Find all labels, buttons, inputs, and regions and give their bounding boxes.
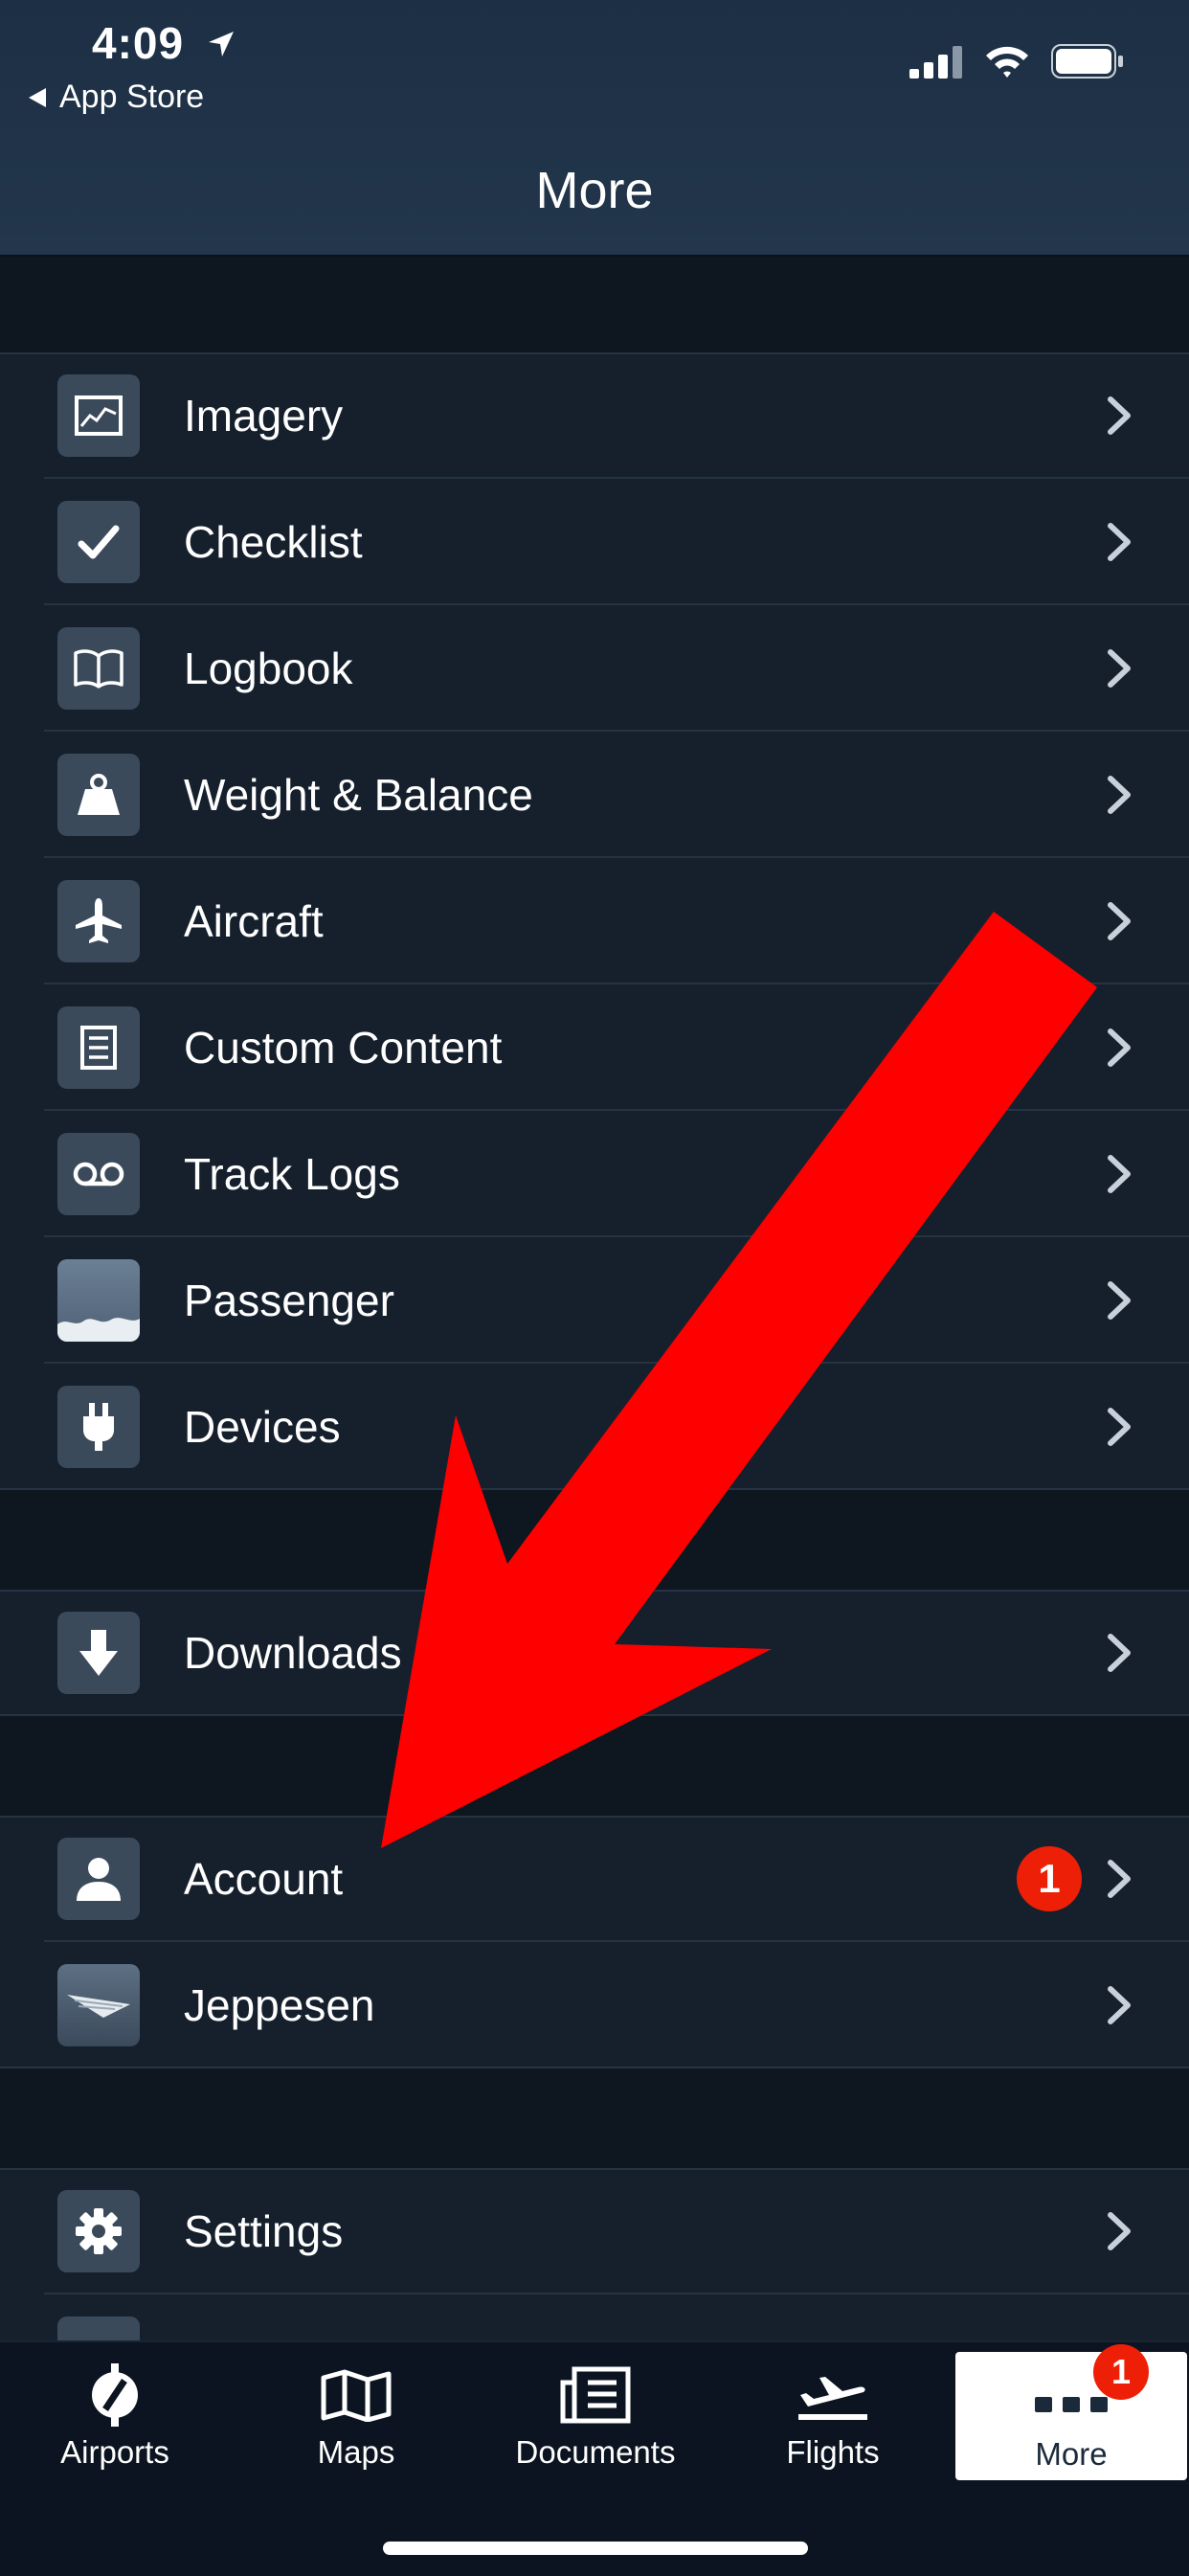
download-arrow-icon [57, 1612, 140, 1694]
menu-item-label: Logbook [184, 644, 353, 693]
chevron-right-icon [1108, 776, 1131, 814]
menu-item-custom-content[interactable]: Custom Content [0, 984, 1189, 1111]
more-menu-list: Imagery Checklist Logbook Weight & Balan… [0, 257, 1189, 2421]
documents-icon [481, 2360, 710, 2430]
menu-item-label: Account [184, 1854, 344, 1904]
status-time: 4:09 [92, 17, 236, 69]
tab-bar: Airports Maps Documents Flights 1 More [0, 2340, 1189, 2576]
tab-label: Documents [515, 2434, 676, 2470]
chevron-right-icon [1108, 902, 1131, 940]
chevron-right-icon [1108, 2212, 1131, 2250]
menu-item-logbook[interactable]: Logbook [0, 605, 1189, 732]
notification-badge: 1 [1017, 1846, 1082, 1911]
chevron-right-icon [1108, 1155, 1131, 1193]
menu-item-imagery[interactable]: Imagery [0, 352, 1189, 479]
tab-flights[interactable]: Flights [718, 2342, 948, 2470]
tab-airports[interactable]: Airports [0, 2342, 230, 2470]
tab-more[interactable]: 1 More [955, 2344, 1187, 2480]
section-spacer [0, 2068, 1189, 2168]
location-arrow-icon [207, 17, 236, 69]
chevron-right-icon [1108, 523, 1131, 561]
voicemail-icon [57, 1133, 140, 1215]
tab-label: Airports [60, 2434, 169, 2470]
tab-documents[interactable]: Documents [481, 2342, 710, 2470]
more-dots-icon [955, 2369, 1187, 2440]
menu-item-label: Track Logs [184, 1149, 400, 1199]
clock-text: 4:09 [92, 18, 185, 68]
section-spacer [0, 257, 1189, 352]
plug-icon [57, 1386, 140, 1468]
page-title: More [535, 162, 654, 219]
chevron-right-icon [1108, 649, 1131, 688]
battery-icon [1051, 44, 1124, 83]
home-indicator [383, 2542, 808, 2555]
chevron-right-icon [1108, 1860, 1131, 1898]
navigation-header: 4:09 App Store More [0, 0, 1189, 257]
person-icon [57, 1838, 140, 1920]
menu-item-label: Imagery [184, 391, 344, 441]
chevron-right-icon [1108, 1028, 1131, 1067]
chevron-right-icon [1108, 1281, 1131, 1320]
back-label: App Store [59, 79, 205, 115]
airplane-icon [57, 880, 140, 962]
back-triangle-icon [29, 87, 46, 107]
menu-item-label: Weight & Balance [184, 770, 533, 820]
book-icon [57, 627, 140, 710]
menu-item-label: Downloads [184, 1628, 402, 1678]
chevron-right-icon [1108, 1634, 1131, 1672]
checkmark-icon [57, 501, 140, 583]
menu-item-passenger[interactable]: Passenger [0, 1237, 1189, 1364]
menu-item-account[interactable]: Account 1 [0, 1816, 1189, 1942]
menu-item-label: Checklist [184, 517, 363, 567]
tab-maps[interactable]: Maps [241, 2342, 471, 2470]
weight-icon [57, 754, 140, 836]
menu-item-label: Settings [184, 2206, 344, 2256]
menu-item-aircraft[interactable]: Aircraft [0, 858, 1189, 984]
document-icon [57, 1006, 140, 1089]
menu-item-label: Aircraft [184, 896, 324, 946]
takeoff-icon [718, 2360, 948, 2430]
menu-item-label: Jeppesen [184, 1980, 375, 2030]
tab-label: Flights [786, 2434, 880, 2470]
cellular-signal-icon [909, 46, 963, 83]
section-spacer [0, 1490, 1189, 1590]
menu-item-label: Passenger [184, 1276, 394, 1325]
menu-item-label: Custom Content [184, 1023, 503, 1073]
passenger-view-icon [57, 1259, 140, 1342]
menu-item-settings[interactable]: Settings [0, 2168, 1189, 2294]
tab-label: Maps [317, 2434, 395, 2470]
wifi-icon [984, 44, 1030, 83]
jeppesen-logo-icon [57, 1964, 140, 2046]
map-icon [241, 2360, 471, 2430]
menu-item-devices[interactable]: Devices [0, 1364, 1189, 1490]
menu-item-label: Devices [184, 1402, 341, 1452]
imagery-icon [57, 374, 140, 457]
gear-icon [57, 2190, 140, 2272]
menu-item-track-logs[interactable]: Track Logs [0, 1111, 1189, 1237]
airport-icon [0, 2360, 230, 2430]
chevron-right-icon [1108, 1986, 1131, 2024]
tab-label: More [1035, 2436, 1108, 2472]
chevron-right-icon [1108, 396, 1131, 435]
status-icons [909, 44, 1124, 83]
back-to-app-store[interactable]: App Store [29, 79, 204, 116]
menu-item-checklist[interactable]: Checklist [0, 479, 1189, 605]
menu-item-downloads[interactable]: Downloads [0, 1590, 1189, 1716]
chevron-right-icon [1108, 1408, 1131, 1446]
section-spacer [0, 1716, 1189, 1816]
menu-item-weight-balance[interactable]: Weight & Balance [0, 732, 1189, 858]
tab-notification-badge: 1 [1093, 2344, 1149, 2400]
menu-item-jeppesen[interactable]: Jeppesen [0, 1942, 1189, 2068]
